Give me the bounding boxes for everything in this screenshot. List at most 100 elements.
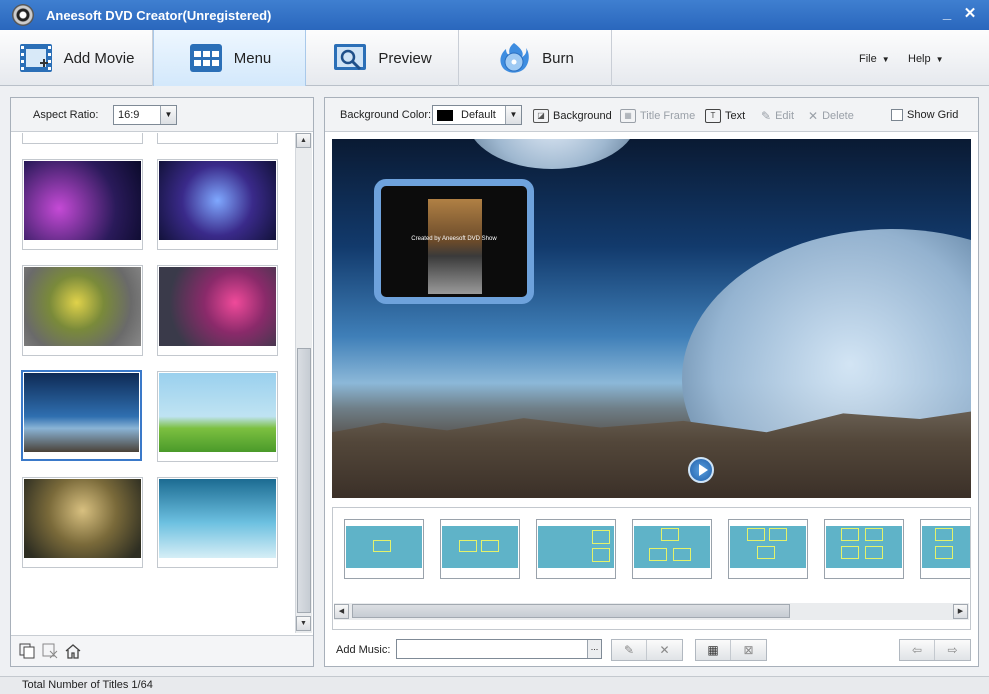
layout-thumbnail[interactable]	[728, 519, 808, 579]
delete-button[interactable]: ✕ Delete	[808, 109, 854, 123]
template-list	[11, 133, 295, 633]
scroll-down-icon[interactable]: ▼	[296, 616, 311, 631]
template-actions	[11, 635, 313, 666]
template-thumbnail[interactable]	[22, 477, 143, 568]
template-panel: Aspect Ratio: 16:9 ▼ ▲ ▼	[10, 97, 314, 667]
color-swatch	[437, 110, 453, 121]
help-menu-label: Help	[908, 53, 931, 65]
next-page-arrow-icon[interactable]: ⇨	[935, 640, 970, 660]
template-thumbnail[interactable]	[22, 159, 143, 250]
copy-template-icon[interactable]	[18, 642, 36, 660]
add-movie-button[interactable]: Add Movie	[0, 30, 153, 86]
delete-x-icon: ✕	[808, 109, 819, 123]
film-icon	[19, 44, 52, 72]
add-movie-label: Add Movie	[63, 49, 135, 67]
bg-color-label: Background Color:	[340, 109, 432, 121]
delete-label: Delete	[822, 110, 854, 122]
template-thumbnail[interactable]	[157, 265, 278, 356]
layout-grid-icon[interactable]: ▦	[696, 640, 731, 660]
show-grid-label: Show Grid	[907, 109, 959, 121]
template-thumbnail[interactable]	[157, 477, 278, 568]
template-thumbnail[interactable]	[157, 371, 278, 462]
title-frame[interactable]: Created by Aneesoft DVD Show	[374, 179, 534, 304]
editor-toolbar: Background Color: Default ▼ ◪ Background…	[325, 98, 978, 132]
text-label: Text	[725, 110, 746, 122]
burn-label: Burn	[542, 49, 574, 67]
text-tool-icon: T	[705, 109, 721, 123]
layout-thumbnail[interactable]	[440, 519, 520, 579]
aspect-ratio-value: 16:9	[118, 109, 140, 121]
menu-button[interactable]: Menu	[153, 30, 306, 86]
scrollbar-thumb[interactable]	[352, 604, 790, 618]
remove-music-x-icon[interactable]: ✕	[647, 640, 682, 660]
layout-scrollbar[interactable]: ◀ ▶	[334, 603, 969, 620]
scroll-left-icon[interactable]: ◀	[334, 604, 349, 619]
preview-label: Preview	[378, 49, 432, 67]
template-thumbnail-selected[interactable]	[21, 370, 142, 461]
aspect-ratio-row: Aspect Ratio: 16:9 ▼	[11, 98, 313, 132]
burn-disc-icon	[500, 43, 529, 73]
dvd-app-icon	[12, 4, 34, 26]
layout-remove-icon[interactable]: ⊠	[731, 640, 766, 660]
burn-button[interactable]: Burn	[459, 30, 612, 86]
layout-actions: ▦ ⊠	[695, 639, 767, 661]
aspect-ratio-label: Aspect Ratio:	[33, 109, 99, 121]
template-thumbnail[interactable]	[157, 159, 278, 250]
edit-music-pencil-icon[interactable]: ✎	[612, 640, 647, 660]
layout-thumbnail[interactable]	[536, 519, 616, 579]
show-grid-toggle[interactable]: Show Grid	[891, 109, 958, 121]
minimize-button[interactable]: _	[938, 5, 956, 23]
scrollbar-thumb[interactable]	[297, 348, 311, 613]
edit-button[interactable]: ✎ Edit	[761, 109, 794, 123]
moon-graphic	[467, 139, 637, 169]
menu-editor-panel: Background Color: Default ▼ ◪ Background…	[324, 97, 979, 667]
pencil-icon: ✎	[761, 109, 772, 123]
music-bar: Add Music: ... ✎ ✕ ▦ ⊠ ⇦ ⇨	[325, 636, 978, 666]
browse-button[interactable]: ...	[587, 640, 601, 658]
caret-down-icon: ▼	[935, 55, 944, 64]
remove-template-icon[interactable]	[41, 642, 59, 660]
frame-caption: Created by Aneesoft DVD Show	[411, 236, 497, 242]
window-title: Aneesoft DVD Creator(Unregistered)	[46, 7, 272, 23]
title-frame-icon: ▦	[620, 109, 636, 123]
file-menu-label: File	[859, 53, 877, 65]
add-music-field[interactable]: ...	[396, 639, 602, 659]
text-button[interactable]: T Text	[705, 109, 745, 123]
status-text: Total Number of Titles 1/64	[22, 679, 153, 691]
bg-color-select[interactable]: Default ▼	[432, 105, 522, 125]
background-button[interactable]: ◪ Background	[533, 109, 612, 123]
background-label: Background	[553, 110, 612, 122]
play-button-icon[interactable]	[688, 457, 714, 483]
template-thumbnail[interactable]	[22, 133, 143, 144]
edit-label: Edit	[775, 110, 795, 122]
menu-preview-canvas[interactable]: Created by Aneesoft DVD Show	[332, 139, 971, 498]
layout-strip: ◀ ▶	[332, 507, 971, 630]
template-thumbnail[interactable]	[22, 265, 143, 356]
template-scrollbar[interactable]: ▲ ▼	[295, 133, 312, 633]
layout-thumbnail[interactable]	[632, 519, 712, 579]
aspect-ratio-select[interactable]: 16:9 ▼	[113, 105, 177, 125]
menu-grid-icon	[189, 44, 222, 72]
music-actions: ✎ ✕	[611, 639, 683, 661]
scroll-right-icon[interactable]: ▶	[953, 604, 968, 619]
template-thumbnail[interactable]	[157, 133, 278, 144]
title-frame-button[interactable]: ▦ Title Frame	[620, 109, 695, 123]
add-music-label: Add Music:	[336, 644, 391, 656]
layout-thumbnail[interactable]	[920, 519, 970, 579]
preview-button[interactable]: Preview	[306, 30, 459, 86]
rocky-landscape	[332, 411, 971, 498]
close-button[interactable]: ✕	[961, 5, 979, 23]
layout-thumbnail[interactable]	[344, 519, 424, 579]
title-thumbnail-image	[428, 199, 482, 294]
layout-thumbnail[interactable]	[824, 519, 904, 579]
show-grid-checkbox[interactable]	[891, 109, 903, 121]
file-menu[interactable]: File ▼	[859, 53, 890, 65]
scroll-up-icon[interactable]: ▲	[296, 133, 311, 148]
home-icon[interactable]	[64, 642, 82, 660]
preview-magnifier-icon	[334, 44, 367, 71]
caret-down-icon: ▼	[881, 55, 890, 64]
prev-page-arrow-icon[interactable]: ⇦	[900, 640, 935, 660]
help-menu[interactable]: Help ▼	[908, 53, 944, 65]
title-bar: Aneesoft DVD Creator(Unregistered) _ ✕	[0, 0, 989, 30]
main-toolbar: Add Movie Menu Preview Burn File ▼ Help ▼	[0, 30, 989, 86]
